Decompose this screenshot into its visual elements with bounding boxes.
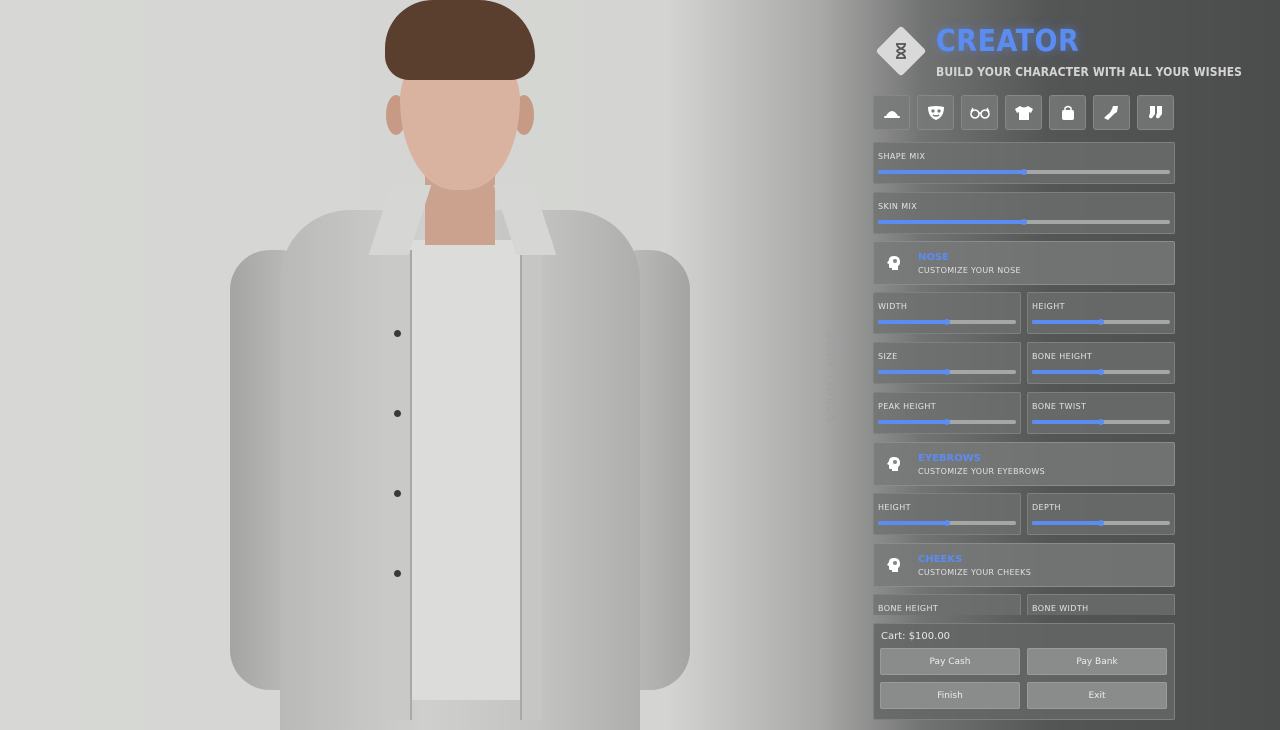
section-cheeks-title: CHEEKS <box>918 554 963 565</box>
eyebrows-depth-panel: DEPTH <box>1027 493 1175 535</box>
skin-mix-panel: SKIN MIX <box>873 192 1175 234</box>
category-hat-button[interactable] <box>873 95 910 130</box>
nose-width-slider[interactable] <box>878 319 1016 325</box>
category-glasses-button[interactable] <box>961 95 998 130</box>
character-tshirt <box>410 240 520 700</box>
head-profile-icon <box>884 555 904 575</box>
options-list[interactable]: SHAPE MIX SKIN MIX NOSE CUSTOMIZE YOUR N… <box>873 142 1175 615</box>
category-shirt-button[interactable] <box>1005 95 1042 130</box>
category-mask-button[interactable] <box>917 95 954 130</box>
eyebrows-depth-slider[interactable] <box>1032 520 1170 526</box>
eyebrows-height-label: HEIGHT <box>878 503 911 512</box>
shirt-icon <box>1014 105 1033 120</box>
nose-size-slider[interactable] <box>878 369 1016 375</box>
nose-height-slider[interactable] <box>1032 319 1170 325</box>
nose-size-label: SIZE <box>878 352 898 361</box>
shape-mix-slider[interactable] <box>878 169 1170 175</box>
category-bar <box>873 95 1174 130</box>
nose-height-panel: HEIGHT <box>1027 292 1175 334</box>
section-cheeks-header[interactable]: CHEEKS CUSTOMIZE YOUR CHEEKS <box>873 543 1175 587</box>
nose-bone-twist-label: BONE TWIST <box>1032 402 1087 411</box>
hat-icon <box>883 110 900 118</box>
nose-width-label: WIDTH <box>878 302 908 311</box>
head-profile-icon <box>884 454 904 474</box>
nose-bone-height-panel: BONE HEIGHT <box>1027 342 1175 384</box>
skin-mix-slider[interactable] <box>878 219 1170 225</box>
head-profile-icon <box>884 253 904 273</box>
character-hair <box>385 0 535 80</box>
nose-height-label: HEIGHT <box>1032 302 1065 311</box>
mask-icon <box>927 105 944 120</box>
category-socks-button[interactable] <box>1137 95 1174 130</box>
character-shirt-edge <box>520 250 542 720</box>
eyebrows-height-slider[interactable] <box>878 520 1016 526</box>
category-bag-button[interactable] <box>1049 95 1086 130</box>
nose-bone-height-label: BONE HEIGHT <box>1032 352 1093 361</box>
hourglass-icon <box>896 43 906 59</box>
cart-total: Cart: $100.00 <box>881 631 951 642</box>
cheeks-bone-width-label: BONE WIDTH <box>1032 604 1089 613</box>
category-shoe-button[interactable] <box>1093 95 1130 130</box>
shoe-icon <box>1103 105 1118 120</box>
section-cheeks-description: CUSTOMIZE YOUR CHEEKS <box>918 568 1032 577</box>
character-preview <box>220 0 700 730</box>
socks-icon <box>1148 105 1162 118</box>
pay-bank-button[interactable]: Pay Bank <box>1027 648 1167 675</box>
section-eyebrows-header[interactable]: EYEBROWS CUSTOMIZE YOUR EYEBROWS <box>873 442 1175 486</box>
nose-peak-height-panel: PEAK HEIGHT <box>873 392 1021 434</box>
pay-cash-button[interactable]: Pay Cash <box>880 648 1020 675</box>
finish-button[interactable]: Finish <box>880 682 1020 709</box>
shape-mix-panel: SHAPE MIX <box>873 142 1175 184</box>
scroll-hint: SCROLL HERE <box>822 330 846 422</box>
cheeks-bone-width-panel: BONE WIDTH <box>1027 594 1175 615</box>
section-nose-description: CUSTOMIZE YOUR NOSE <box>918 266 1021 275</box>
character-shirt-placket <box>386 250 412 720</box>
nose-width-panel: WIDTH <box>873 292 1021 334</box>
glasses-icon <box>969 107 990 119</box>
bag-icon <box>1061 105 1074 120</box>
page-title: CREATOR <box>936 24 1080 59</box>
creator-logo <box>875 25 927 77</box>
cheeks-bone-height-label: BONE HEIGHT <box>878 604 939 613</box>
section-eyebrows-description: CUSTOMIZE YOUR EYEBROWS <box>918 467 1045 476</box>
nose-peak-height-slider[interactable] <box>878 419 1016 425</box>
page-subtitle: BUILD YOUR CHARACTER WITH ALL YOUR WISHE… <box>936 65 1243 79</box>
cart-panel: Cart: $100.00 Pay Cash Pay Bank Finish E… <box>873 623 1175 720</box>
nose-bone-twist-slider[interactable] <box>1032 419 1170 425</box>
nose-size-panel: SIZE <box>873 342 1021 384</box>
nose-peak-height-label: PEAK HEIGHT <box>878 402 937 411</box>
nose-bone-height-slider[interactable] <box>1032 369 1170 375</box>
scroll-hint-label: SCROLL HERE <box>826 329 842 423</box>
section-eyebrows-title: EYEBROWS <box>918 453 981 464</box>
eyebrows-height-panel: HEIGHT <box>873 493 1021 535</box>
exit-button[interactable]: Exit <box>1027 682 1167 709</box>
cheeks-bone-height-panel: BONE HEIGHT <box>873 594 1021 615</box>
section-nose-title: NOSE <box>918 252 949 263</box>
skin-mix-label: SKIN MIX <box>878 202 918 211</box>
shape-mix-label: SHAPE MIX <box>878 152 926 161</box>
section-nose-header[interactable]: NOSE CUSTOMIZE YOUR NOSE <box>873 241 1175 285</box>
eyebrows-depth-label: DEPTH <box>1032 503 1061 512</box>
nose-bone-twist-panel: BONE TWIST <box>1027 392 1175 434</box>
